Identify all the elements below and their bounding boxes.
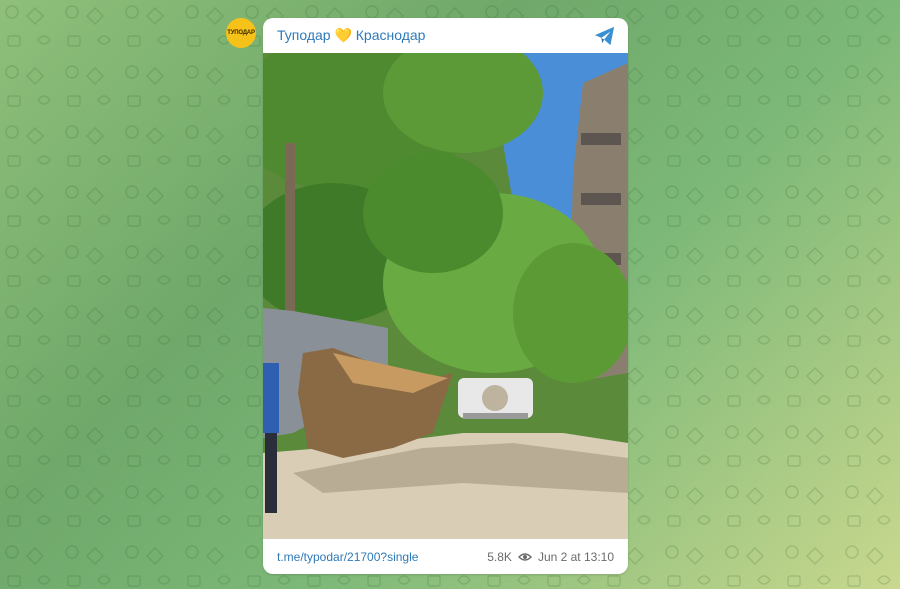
channel-avatar[interactable]: ТУПОДАР bbox=[226, 18, 256, 48]
message-card: Туподар 💛 Краснодар t.me/typodar/21700?s… bbox=[263, 18, 628, 574]
post-photo[interactable] bbox=[263, 53, 628, 539]
fallen-tree-photo bbox=[263, 53, 628, 539]
message-footer: t.me/typodar/21700?single 5.8K Jun 2 at … bbox=[263, 539, 628, 574]
post-meta: 5.8K Jun 2 at 13:10 bbox=[487, 550, 614, 564]
avatar-logo-text: ТУПОДАР bbox=[227, 30, 255, 36]
post-date: Jun 2 at 13:10 bbox=[537, 550, 614, 564]
eye-icon bbox=[517, 553, 532, 561]
message-header: Туподар 💛 Краснодар bbox=[263, 18, 628, 53]
post-link[interactable]: t.me/typodar/21700?single bbox=[277, 550, 418, 564]
channel-name[interactable]: Туподар 💛 Краснодар bbox=[277, 27, 425, 44]
view-count: 5.8K bbox=[487, 550, 512, 564]
telegram-icon[interactable] bbox=[594, 26, 616, 46]
